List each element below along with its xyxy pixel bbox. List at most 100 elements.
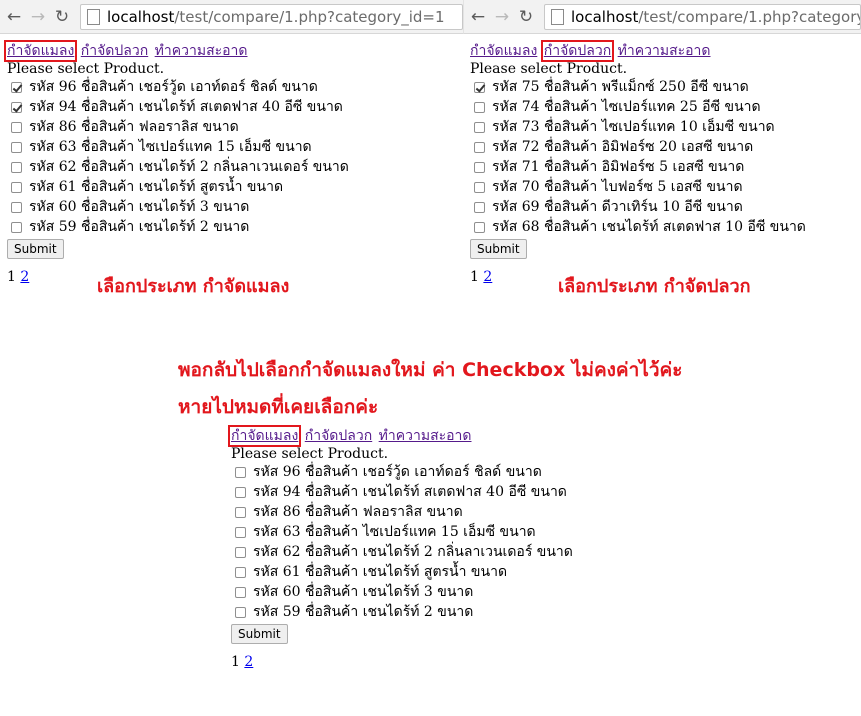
product-label: รหัส 62 ชื่อสินค้า เชนไดร้ท์ 2 กลิ่นลาเว…: [29, 159, 349, 175]
select-prompt: Please select Product.: [470, 61, 628, 77]
product-checkbox[interactable]: [474, 201, 485, 213]
forward-arrow-icon[interactable]: →: [492, 7, 512, 27]
product-label: รหัส 68 ชื่อสินค้า เชนไดร้ท์ สเตดฟาส 10 …: [492, 219, 806, 235]
product-checkbox[interactable]: [474, 121, 485, 133]
back-arrow-icon[interactable]: ←: [4, 7, 24, 27]
product-label: รหัส 71 ชื่อสินค้า อิมิฟอร์ซ 5 เอสซี ขนา…: [492, 159, 745, 175]
back-arrow-icon[interactable]: ←: [468, 7, 488, 27]
page-link-2[interactable]: 2: [244, 654, 253, 670]
page-current: 1: [231, 654, 240, 670]
product-checkbox[interactable]: [11, 201, 22, 213]
product-label: รหัส 72 ชื่อสินค้า อิมิฟอร์ซ 20 เอสซี ขน…: [492, 139, 754, 155]
address-bar-right[interactable]: localhost/test/compare/1.php?category_: [544, 3, 861, 30]
page-link-2[interactable]: 2: [20, 269, 29, 285]
product-list: รหัส 96 ชื่อสินค้า เชอร์วู้ด เอาท์ดอร์ ช…: [7, 77, 457, 237]
annotation-left-caption: เลือกประเภท กำจัดแมลง: [97, 276, 290, 297]
product-label: รหัส 94 ชื่อสินค้า เชนไดร้ท์ สเตดฟาส 40 …: [29, 99, 343, 115]
category-link-termite[interactable]: กำจัดปลวก: [81, 43, 148, 59]
product-item: รหัส 63 ชื่อสินค้า ไซเปอร์แทค 15 เอ็มซี …: [231, 522, 791, 542]
product-item: รหัส 68 ชื่อสินค้า เชนไดร้ท์ สเตดฟาส 10 …: [470, 217, 861, 237]
product-item: รหัส 94 ชื่อสินค้า เชนไดร้ท์ สเตดฟาส 40 …: [231, 482, 791, 502]
product-checkbox[interactable]: [474, 141, 485, 153]
reload-icon[interactable]: ↻: [516, 7, 536, 27]
category-link-termite[interactable]: กำจัดปลวก: [305, 428, 372, 444]
product-item: รหัส 72 ชื่อสินค้า อิมิฟอร์ซ 20 เอสซี ขน…: [470, 137, 861, 157]
product-label: รหัส 86 ชื่อสินค้า ฟลอราลิส ขนาด: [253, 504, 463, 520]
submit-button[interactable]: Submit: [231, 624, 288, 644]
submit-button[interactable]: Submit: [470, 239, 527, 259]
product-checkbox[interactable]: [235, 546, 246, 558]
category-link-insect[interactable]: กำจัดแมลง: [227, 425, 302, 447]
product-checkbox[interactable]: [235, 586, 246, 598]
page-current: 1: [470, 269, 479, 285]
select-prompt: Please select Product.: [231, 446, 389, 462]
category-link-insect[interactable]: กำจัดแมลง: [3, 40, 78, 62]
product-checkbox[interactable]: [11, 221, 22, 233]
page-link-2[interactable]: 2: [483, 269, 492, 285]
product-item: รหัส 60 ชื่อสินค้า เชนไดร้ท์ 3 ขนาด: [7, 197, 457, 217]
product-item: รหัส 63 ชื่อสินค้า ไซเปอร์แทค 15 เอ็มซี …: [7, 137, 457, 157]
product-item: รหัส 73 ชื่อสินค้า ไซเปอร์แทค 10 เอ็มซี …: [470, 117, 861, 137]
product-label: รหัส 59 ชื่อสินค้า เชนไดร้ท์ 2 ขนาด: [253, 604, 474, 620]
product-checkbox[interactable]: [11, 101, 22, 113]
url-host: localhost: [107, 7, 175, 26]
product-form-insect: กำจัดแมลง กำจัดปลวก ทำความสะอาด Please s…: [3, 40, 457, 287]
product-label: รหัส 60 ชื่อสินค้า เชนไดร้ท์ 3 ขนาด: [253, 584, 474, 600]
product-item: รหัส 59 ชื่อสินค้า เชนไดร้ท์ 2 ขนาด: [231, 602, 791, 622]
category-link-cleaning[interactable]: ทำความสะอาด: [379, 428, 472, 444]
product-label: รหัส 96 ชื่อสินค้า เชอร์วู้ด เอาท์ดอร์ ช…: [29, 79, 318, 95]
product-checkbox[interactable]: [235, 566, 246, 578]
category-links: กำจัดแมลง กำจัดปลวก ทำความสะอาด: [3, 40, 457, 62]
product-item: รหัส 61 ชื่อสินค้า เชนไดร้ท์ สูตรน้ำ ขนา…: [7, 177, 457, 197]
address-bar-left[interactable]: localhost/test/compare/1.php?category_id…: [80, 3, 463, 30]
product-checkbox[interactable]: [474, 161, 485, 173]
url-path: /test/compare/1.php?category_: [638, 7, 861, 26]
product-checkbox[interactable]: [474, 81, 485, 93]
reload-icon[interactable]: ↻: [52, 7, 72, 27]
forward-arrow-icon[interactable]: →: [28, 7, 48, 27]
product-label: รหัส 74 ชื่อสินค้า ไซเปอร์แทค 25 อีซี ขน…: [492, 99, 761, 115]
product-label: รหัส 61 ชื่อสินค้า เชนไดร้ท์ สูตรน้ำ ขนา…: [253, 564, 508, 580]
category-link-insect[interactable]: กำจัดแมลง: [470, 43, 537, 59]
product-checkbox[interactable]: [235, 606, 246, 618]
product-checkbox[interactable]: [235, 506, 246, 518]
product-item: รหัส 75 ชื่อสินค้า พรีแม็กซ์ 250 อีซี ขน…: [470, 77, 861, 97]
product-list: รหัส 75 ชื่อสินค้า พรีแม็กซ์ 250 อีซี ขน…: [470, 77, 861, 237]
product-checkbox[interactable]: [11, 81, 22, 93]
category-links: กำจัดแมลง กำจัดปลวก ทำความสะอาด: [470, 40, 861, 62]
page-current: 1: [7, 269, 16, 285]
product-checkbox[interactable]: [474, 221, 485, 233]
product-item: รหัส 96 ชื่อสินค้า เชอร์วู้ด เอาท์ดอร์ ช…: [7, 77, 457, 97]
product-item: รหัส 59 ชื่อสินค้า เชนไดร้ท์ 2 ขนาด: [7, 217, 457, 237]
product-item: รหัส 96 ชื่อสินค้า เชอร์วู้ด เอาท์ดอร์ ช…: [231, 462, 791, 482]
product-checkbox[interactable]: [11, 161, 22, 173]
category-link-cleaning[interactable]: ทำความสะอาด: [618, 43, 711, 59]
product-label: รหัส 63 ชื่อสินค้า ไซเปอร์แทค 15 เอ็มซี …: [253, 524, 536, 540]
product-label: รหัส 70 ชื่อสินค้า ไบฟอร์ซ 5 เอสซี ขนาด: [492, 179, 743, 195]
product-item: รหัส 69 ชื่อสินค้า ดีวาเทิร์น 10 อีซี ขน…: [470, 197, 861, 217]
product-list: รหัส 96 ชื่อสินค้า เชอร์วู้ด เอาท์ดอร์ ช…: [231, 462, 791, 622]
product-label: รหัส 75 ชื่อสินค้า พรีแม็กซ์ 250 อีซี ขน…: [492, 79, 749, 95]
product-item: รหัส 60 ชื่อสินค้า เชนไดร้ท์ 3 ขนาด: [231, 582, 791, 602]
product-item: รหัส 70 ชื่อสินค้า ไบฟอร์ซ 5 เอสซี ขนาด: [470, 177, 861, 197]
product-checkbox[interactable]: [474, 101, 485, 113]
product-label: รหัส 73 ชื่อสินค้า ไซเปอร์แทค 10 เอ็มซี …: [492, 119, 775, 135]
product-checkbox[interactable]: [474, 181, 485, 193]
submit-button[interactable]: Submit: [7, 239, 64, 259]
product-label: รหัส 69 ชื่อสินค้า ดีวาเทิร์น 10 อีซี ขน…: [492, 199, 743, 215]
category-link-termite[interactable]: กำจัดปลวก: [540, 40, 615, 62]
pagination: 1 2: [231, 652, 791, 672]
product-checkbox[interactable]: [11, 121, 22, 133]
annotation-bottom-line2: หายไปหมดที่เคยเลือกค่ะ: [178, 396, 379, 418]
browser-toolbar-left: ← → ↻ localhost/test/compare/1.php?categ…: [0, 0, 463, 34]
product-checkbox[interactable]: [11, 141, 22, 153]
product-item: รหัส 71 ชื่อสินค้า อิมิฟอร์ซ 5 เอสซี ขนา…: [470, 157, 861, 177]
product-item: รหัส 74 ชื่อสินค้า ไซเปอร์แทค 25 อีซี ขน…: [470, 97, 861, 117]
product-checkbox[interactable]: [235, 526, 246, 538]
category-link-cleaning[interactable]: ทำความสะอาด: [155, 43, 248, 59]
product-checkbox[interactable]: [235, 486, 246, 498]
page-icon: [87, 8, 100, 25]
product-checkbox[interactable]: [235, 466, 246, 478]
product-checkbox[interactable]: [11, 181, 22, 193]
annotation-bottom-line1: พอกลับไปเลือกกำจัดแมลงใหม่ ค่า Checkbox …: [178, 359, 683, 381]
